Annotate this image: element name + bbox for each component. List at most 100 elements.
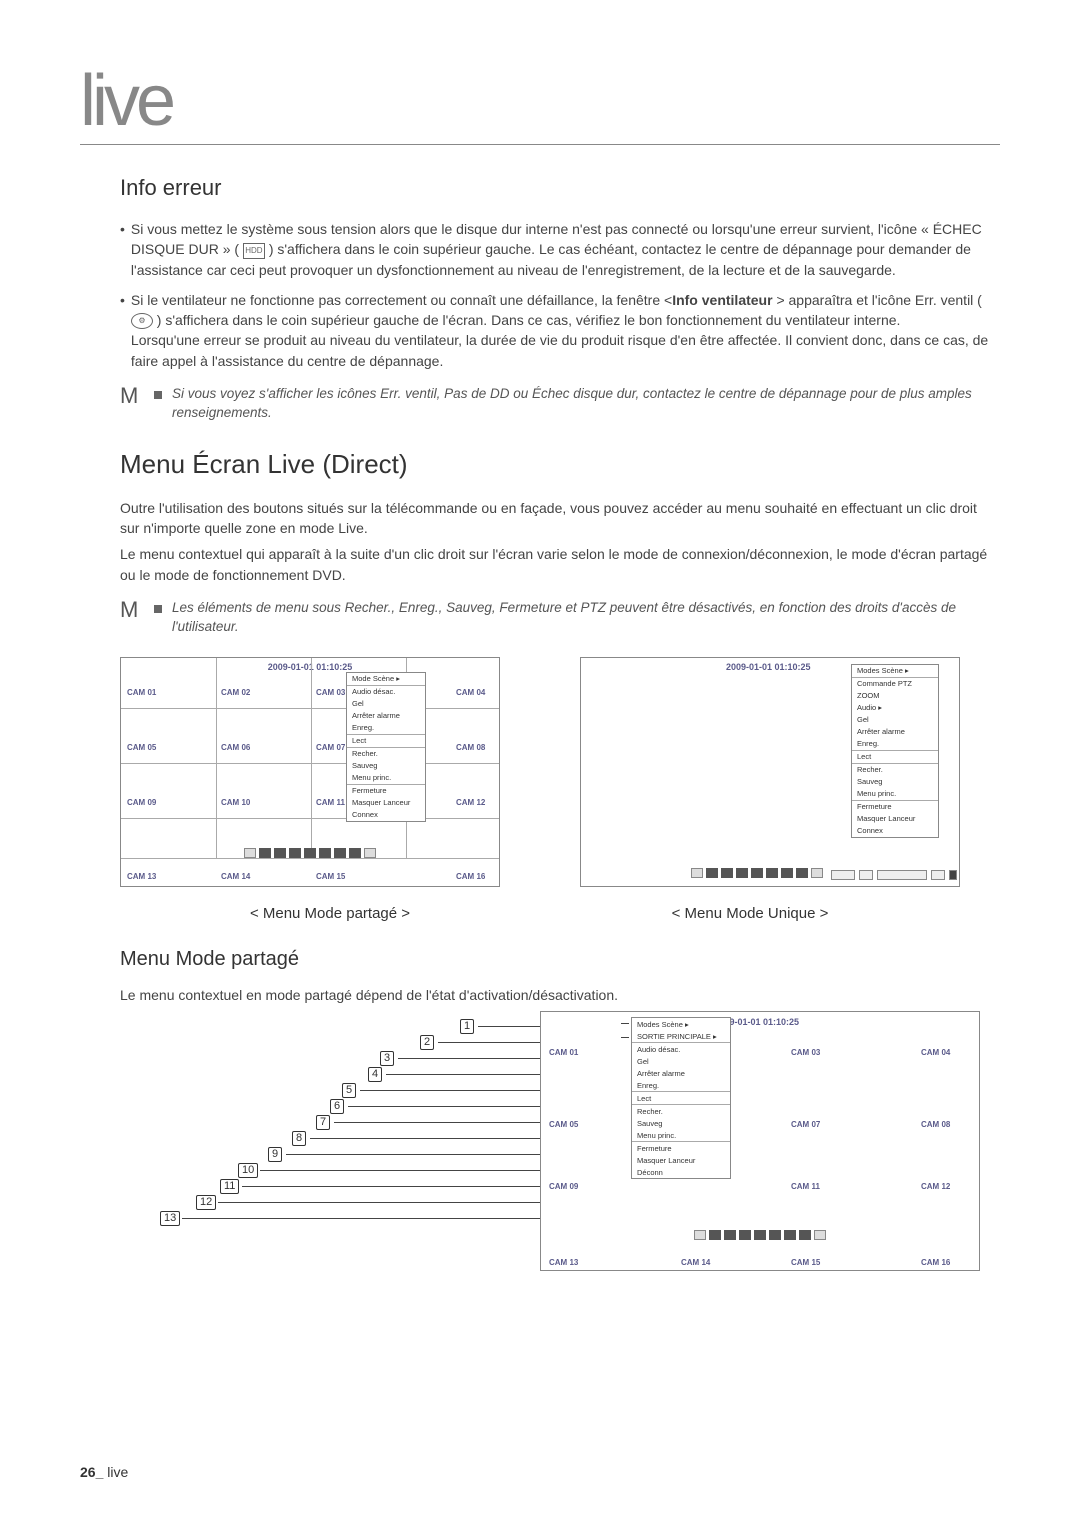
play-slider[interactable] <box>877 870 927 880</box>
play-control-icon[interactable] <box>859 870 873 880</box>
play-control-icon[interactable] <box>831 870 855 880</box>
layout-icon[interactable] <box>769 1230 781 1240</box>
callout-13: 13 <box>160 1211 180 1226</box>
menu-item[interactable]: Fermeture <box>852 801 938 813</box>
menu-item[interactable]: Enreg. <box>347 722 425 734</box>
heading-info-erreur: Info erreur <box>120 175 1000 201</box>
layout-icon[interactable] <box>799 1230 811 1240</box>
layout-icon[interactable] <box>244 848 256 858</box>
menu-item[interactable]: Gel <box>852 714 938 726</box>
note-1-text: Si vous voyez s'afficher les icônes Err.… <box>172 385 1000 423</box>
menu-item[interactable]: Sauveg <box>852 776 938 788</box>
para-s3-1: Le menu contextuel en mode partagé dépen… <box>120 985 1000 1005</box>
menu-item[interactable]: Audio ▸ <box>852 702 938 714</box>
menu-item[interactable]: Arrêter alarme <box>347 710 425 722</box>
menu-item[interactable]: Mode Scène ▸ <box>347 673 425 685</box>
bullet-2-bold: Info ventilateur <box>672 292 772 308</box>
menu-item[interactable]: Masquer Lanceur <box>347 797 425 809</box>
menu-item[interactable]: Menu princ. <box>347 772 425 784</box>
note-bullet-icon <box>154 605 162 613</box>
menu-item[interactable]: Gel <box>347 698 425 710</box>
layout-icon[interactable] <box>784 1230 796 1240</box>
layout-icon[interactable] <box>754 1230 766 1240</box>
layout-icon[interactable] <box>721 868 733 878</box>
dropdown-icon[interactable] <box>814 1230 826 1240</box>
launcher-icon-bar[interactable] <box>691 868 823 878</box>
menu-item[interactable]: Modes Scène ▸ <box>852 665 938 677</box>
menu-item[interactable]: Lect <box>347 735 425 747</box>
bullet-2-text-a: Si le ventilateur ne fonctionne pas corr… <box>131 292 672 308</box>
cam-label: CAM 08 <box>921 1120 950 1129</box>
menu-item[interactable]: Enreg. <box>632 1079 730 1091</box>
dropdown-icon[interactable] <box>364 848 376 858</box>
menu-item[interactable]: Masquer Lanceur <box>632 1154 730 1166</box>
layout-icon[interactable] <box>709 1230 721 1240</box>
layout-icon[interactable] <box>691 868 703 878</box>
screenshot-unique-mode: 2009-01-01 01:10:25 Modes Scène ▸ Comman… <box>580 657 960 887</box>
menu-item[interactable]: Audio désac. <box>632 1043 730 1055</box>
bullet-2: • Si le ventilateur ne fonctionne pas co… <box>120 290 1000 371</box>
cam-label: CAM 05 <box>549 1120 578 1129</box>
menu-item[interactable]: SORTIE PRINCIPALE ▸ <box>632 1030 730 1042</box>
play-control-icon[interactable] <box>931 870 945 880</box>
layout-icon[interactable] <box>736 868 748 878</box>
note-1: M Si vous voyez s'afficher les icônes Er… <box>120 385 1000 423</box>
layout-icon[interactable] <box>274 848 286 858</box>
layout-icon[interactable] <box>319 848 331 858</box>
screenshots-row: 2009-01-01 01:10:25 CAM 01 CAM 02 CAM 03… <box>120 657 960 887</box>
menu-item[interactable]: Gel <box>632 1055 730 1067</box>
layout-icon[interactable] <box>796 868 808 878</box>
screenshot-big-shared: 2009-01-01 01:10:25 Modes Scène ▸ SORTIE… <box>540 1011 980 1271</box>
layout-icon[interactable] <box>304 848 316 858</box>
cam-label: CAM 16 <box>921 1258 950 1267</box>
menu-item[interactable]: ZOOM <box>852 690 938 702</box>
play-control-icon[interactable] <box>949 870 957 880</box>
menu-item[interactable]: Modes Scène ▸ <box>632 1018 730 1030</box>
menu-item[interactable]: Menu princ. <box>852 788 938 800</box>
layout-icon[interactable] <box>739 1230 751 1240</box>
note-bullet-icon <box>154 391 162 399</box>
para-s2-1: Outre l'utilisation des boutons situés s… <box>120 498 1000 539</box>
menu-item[interactable]: Arrêter alarme <box>632 1067 730 1079</box>
layout-icon[interactable] <box>706 868 718 878</box>
context-menu-shared[interactable]: Mode Scène ▸ Audio désac. Gel Arrêter al… <box>346 672 426 822</box>
menu-item[interactable]: Arrêter alarme <box>852 726 938 738</box>
menu-item[interactable]: Masquer Lanceur <box>852 813 938 825</box>
menu-item[interactable]: Enreg. <box>852 738 938 750</box>
layout-icon[interactable] <box>781 868 793 878</box>
layout-icon[interactable] <box>751 868 763 878</box>
layout-icon[interactable] <box>259 848 271 858</box>
callout-3: 3 <box>380 1051 394 1066</box>
bullet-dot-icon: • <box>120 290 125 371</box>
dropdown-icon[interactable] <box>811 868 823 878</box>
launcher-icon-bar[interactable] <box>694 1230 826 1240</box>
menu-item[interactable]: Sauveg <box>347 760 425 772</box>
layout-icon[interactable] <box>334 848 346 858</box>
menu-item[interactable]: Fermeture <box>632 1142 730 1154</box>
menu-item[interactable]: Lect <box>632 1092 730 1104</box>
menu-item[interactable]: Menu princ. <box>632 1129 730 1141</box>
menu-item[interactable]: Connex <box>347 809 425 821</box>
heading-menu-ecran-live: Menu Écran Live (Direct) <box>120 449 1000 480</box>
menu-item[interactable]: Recher. <box>347 748 425 760</box>
launcher-icon-bar[interactable] <box>244 848 376 858</box>
layout-icon[interactable] <box>766 868 778 878</box>
layout-icon[interactable] <box>289 848 301 858</box>
menu-item[interactable]: Sauveg <box>632 1117 730 1129</box>
layout-icon[interactable] <box>349 848 361 858</box>
context-menu-big[interactable]: Modes Scène ▸ SORTIE PRINCIPALE ▸ Audio … <box>631 1017 731 1179</box>
error-bullet-list: • Si vous mettez le système sous tension… <box>120 219 1000 371</box>
context-menu-unique[interactable]: Modes Scène ▸ Commande PTZ ZOOM Audio ▸ … <box>851 664 939 838</box>
menu-item[interactable]: Fermeture <box>347 785 425 797</box>
menu-item[interactable]: Audio désac. <box>347 686 425 698</box>
menu-item[interactable]: Commande PTZ <box>852 678 938 690</box>
menu-item[interactable]: Lect <box>852 751 938 763</box>
layout-icon[interactable] <box>724 1230 736 1240</box>
page-title: live <box>80 60 1000 145</box>
bullet-dot-icon: • <box>120 219 125 280</box>
menu-item[interactable]: Déconn <box>632 1166 730 1178</box>
layout-icon[interactable] <box>694 1230 706 1240</box>
menu-item[interactable]: Recher. <box>632 1105 730 1117</box>
menu-item[interactable]: Connex <box>852 825 938 837</box>
menu-item[interactable]: Recher. <box>852 764 938 776</box>
